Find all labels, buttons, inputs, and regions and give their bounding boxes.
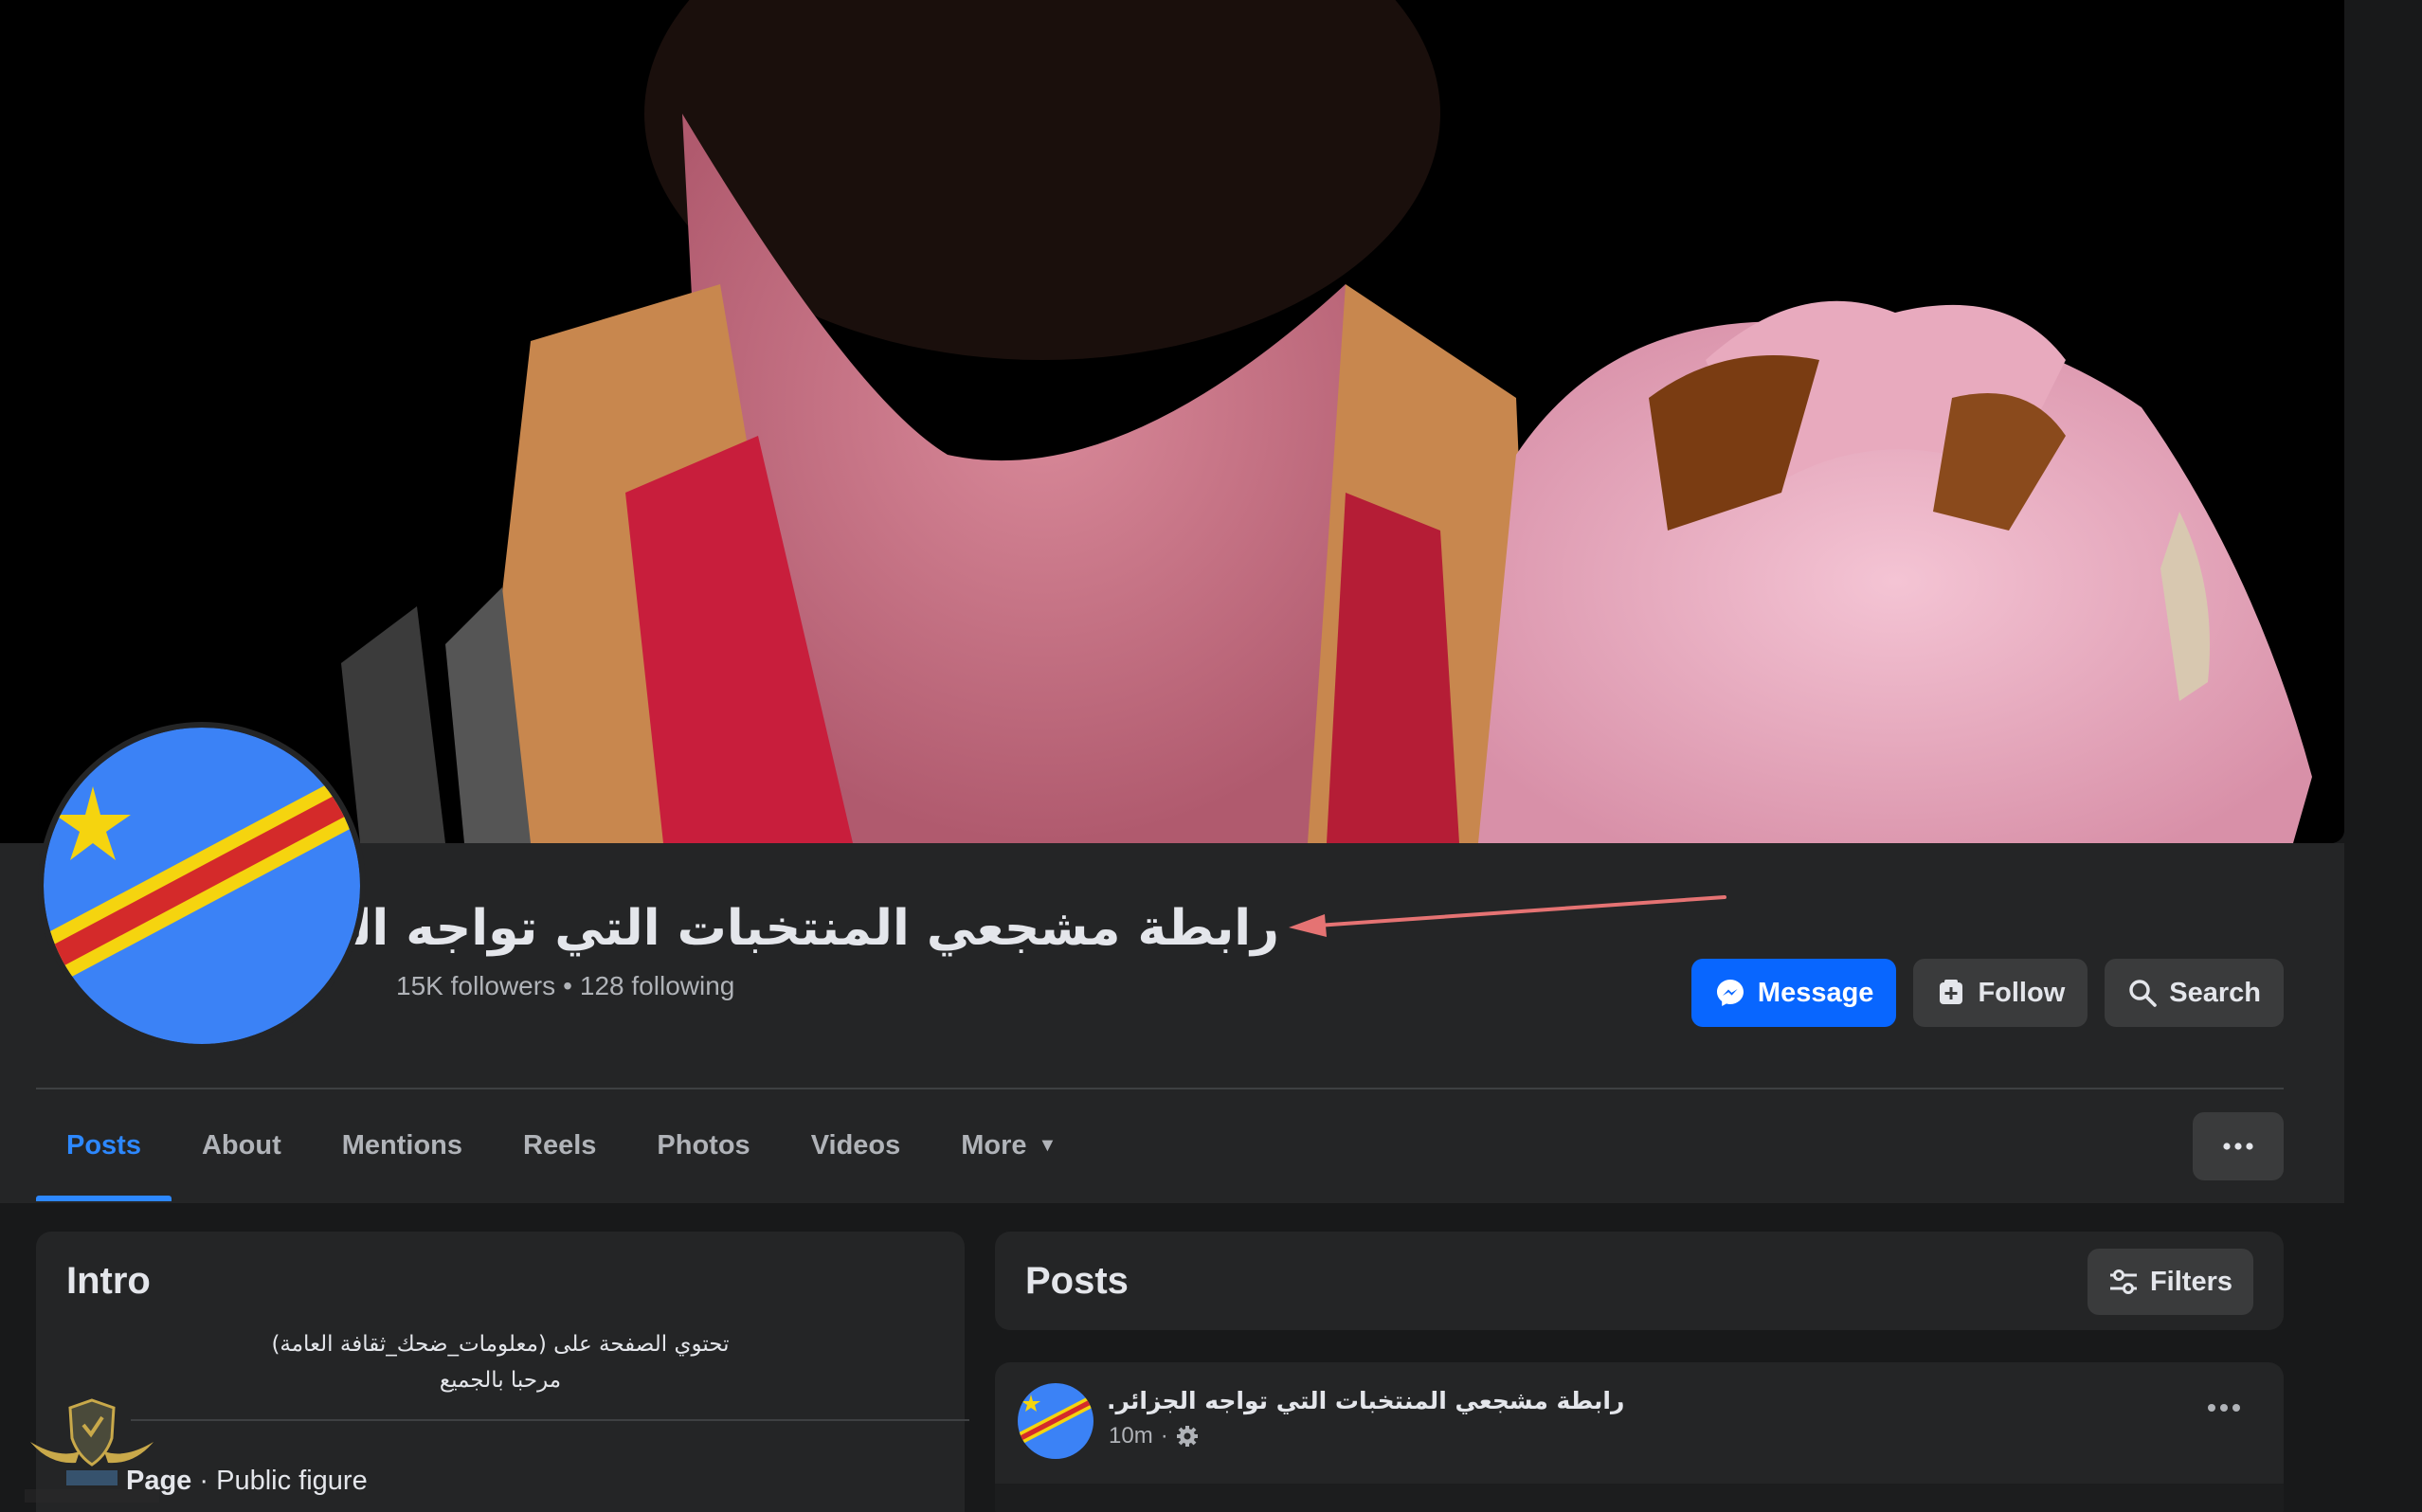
search-button[interactable]: Search — [2105, 959, 2284, 1027]
message-button[interactable]: Message — [1690, 959, 1897, 1027]
post-media-preview[interactable] — [995, 1484, 2284, 1512]
page-actions: Message Follow Search — [1690, 959, 2284, 1027]
follow-icon — [1940, 980, 1963, 1004]
follow-button[interactable]: Follow — [1913, 959, 2088, 1027]
profile-tabs: Posts About Mentions Reels Photos Videos… — [36, 1089, 1087, 1201]
annotation-arrow — [1289, 895, 1726, 937]
bio-line: مرحبا بالجميع — [439, 1368, 562, 1393]
follow-label: Follow — [1978, 977, 2066, 1008]
tab-label: Mentions — [341, 1129, 463, 1161]
tab-label: Reels — [523, 1129, 597, 1161]
filters-label: Filters — [2149, 1266, 2232, 1297]
page-title: رابطة مشجعي المنتخبات التي تواجه الجزائر… — [202, 900, 1279, 957]
drc-flag-image — [1018, 1383, 1094, 1459]
sliders-icon — [2109, 1269, 2137, 1294]
tab-label: Posts — [66, 1129, 141, 1161]
post-author-avatar[interactable] — [1018, 1383, 1094, 1459]
intro-card: Intro تحتوي الصفحة على (معلومات_ضحك_ثقاف… — [36, 1232, 969, 1512]
messenger-icon — [1716, 980, 1744, 1006]
tab-reels[interactable]: Reels — [493, 1089, 626, 1201]
intro-bio: تحتوي الصفحة على (معلومات_ضحك_ثقافة العا… — [36, 1326, 965, 1398]
stats-separator: • — [563, 971, 572, 1000]
caret-down-icon: ▼ — [1038, 1134, 1057, 1156]
cover-image — [0, 0, 2344, 843]
tab-label: Photos — [657, 1129, 750, 1161]
search-icon — [2129, 980, 2158, 1007]
facebook-page-profile: رابطة مشجعي المنتخبات التي تواجه الجزائر… — [0, 0, 2422, 1512]
meta-separator: · — [1160, 1423, 1168, 1449]
posts-title: Posts — [1025, 1260, 1129, 1302]
tab-posts[interactable]: Posts — [36, 1089, 172, 1201]
tab-more[interactable]: More ▼ — [931, 1089, 1087, 1201]
category-value: Public figure — [216, 1466, 368, 1496]
watermark-logo — [25, 1398, 159, 1503]
gear-icon — [1176, 1426, 1198, 1447]
post-time[interactable]: 10m — [1109, 1423, 1153, 1449]
ellipsis-icon — [2223, 1143, 2253, 1150]
ellipsis-icon — [2208, 1404, 2240, 1412]
post-options-button[interactable] — [2208, 1400, 2240, 1417]
message-label: Message — [1757, 977, 1874, 1008]
post-meta: 10m · — [1109, 1423, 1199, 1449]
post-author-name[interactable]: رابطة مشجعي المنتخبات التي تواجه الجزائر… — [1107, 1387, 1624, 1414]
bio-line: تحتوي الصفحة على (معلومات_ضحك_ثقافة العا… — [271, 1332, 730, 1357]
intro-divider — [131, 1419, 969, 1421]
profile-avatar[interactable] — [38, 722, 366, 1050]
drc-flag-image — [44, 728, 360, 1044]
tab-label: About — [201, 1129, 281, 1161]
tab-label: More — [961, 1129, 1027, 1161]
tab-label: Videos — [810, 1129, 901, 1161]
category-separator: · — [191, 1466, 217, 1496]
tab-about[interactable]: About — [172, 1089, 312, 1201]
posts-header-card: Posts Filters — [995, 1232, 2284, 1330]
following-count[interactable]: 128 following — [580, 971, 734, 1000]
intro-title: Intro — [66, 1260, 151, 1302]
tab-videos[interactable]: Videos — [781, 1089, 931, 1201]
search-label: Search — [2169, 977, 2261, 1008]
filters-button[interactable]: Filters — [2087, 1249, 2253, 1315]
more-options-button[interactable] — [2193, 1112, 2284, 1180]
followers-count[interactable]: 15K followers — [396, 971, 555, 1000]
tab-mentions[interactable]: Mentions — [312, 1089, 493, 1201]
tab-photos[interactable]: Photos — [626, 1089, 780, 1201]
cover-photo[interactable] — [0, 0, 2344, 843]
post-card: رابطة مشجعي المنتخبات التي تواجه الجزائر… — [995, 1362, 2284, 1512]
follower-stats: 15K followers • 128 following — [396, 971, 734, 1001]
